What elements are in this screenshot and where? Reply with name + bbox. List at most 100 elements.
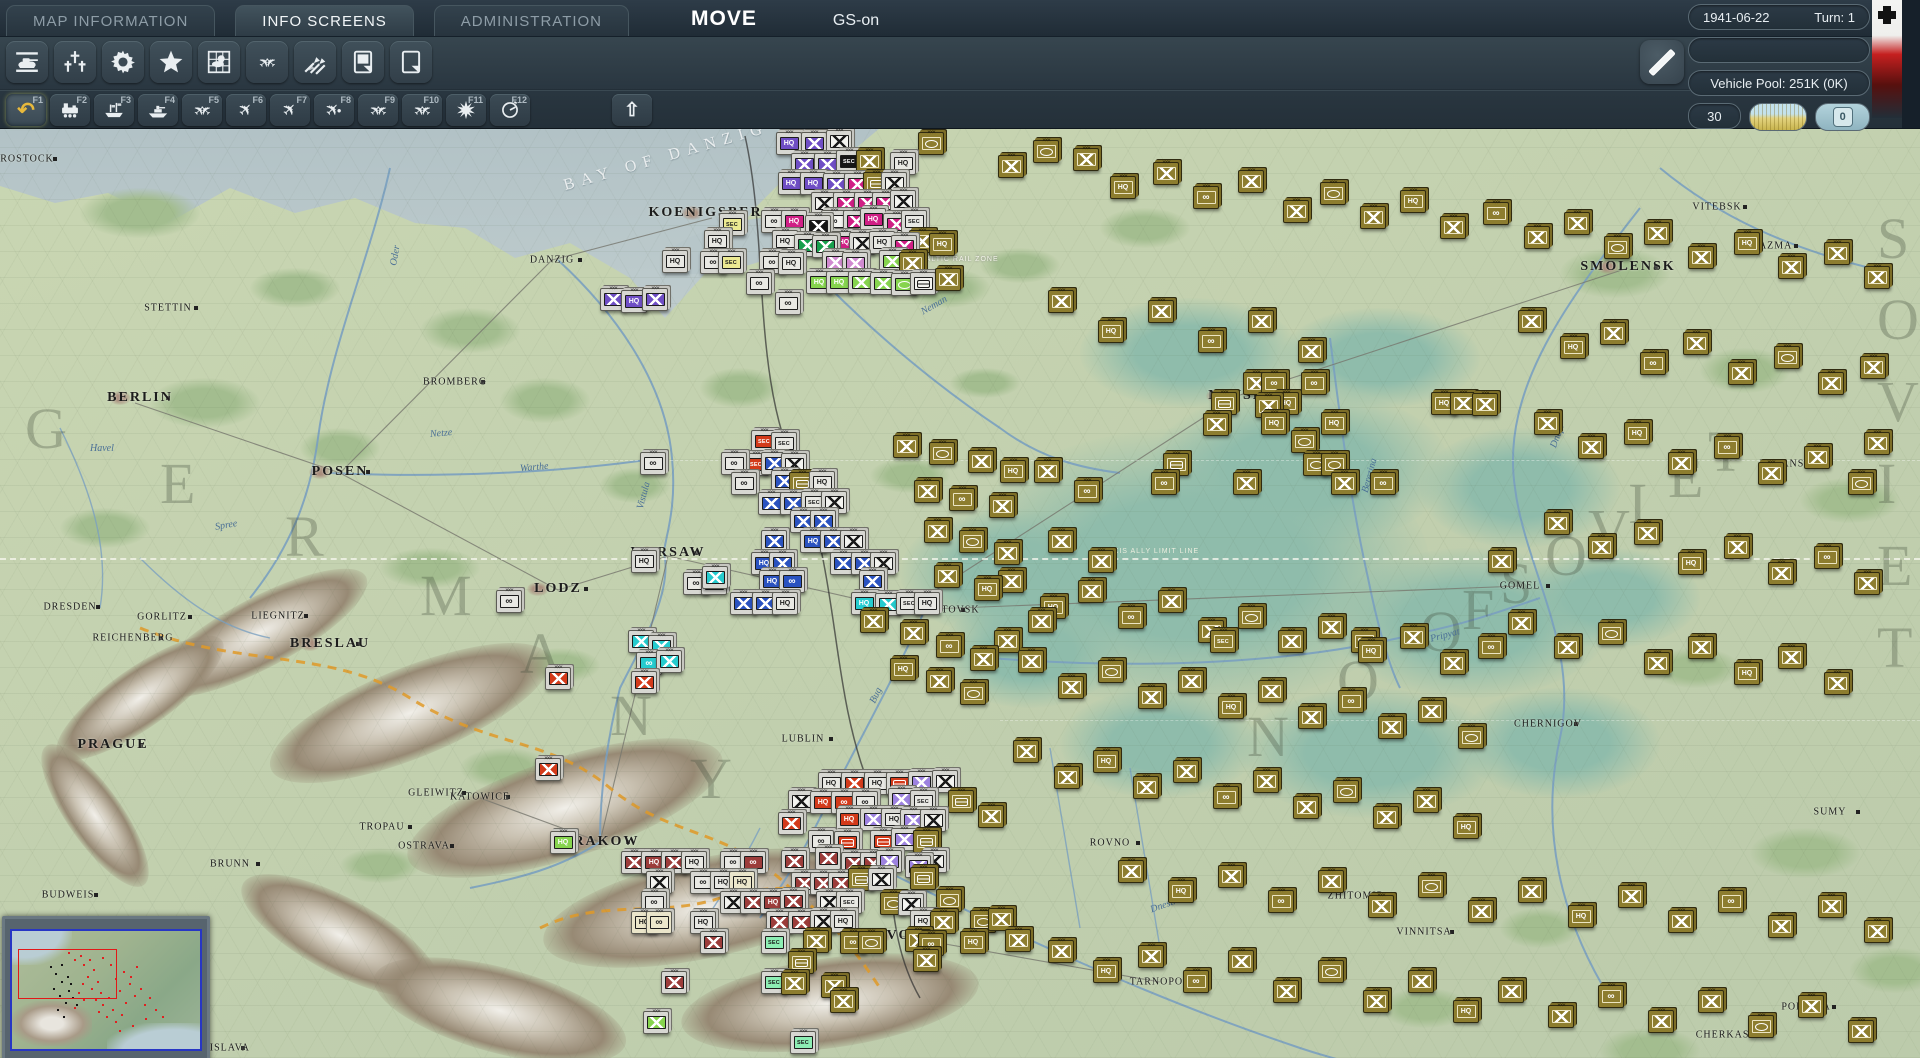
unit-counter[interactable] <box>1048 530 1074 553</box>
unit-counter[interactable] <box>1318 616 1344 639</box>
unit-counter[interactable] <box>1363 990 1389 1013</box>
unit-counter[interactable]: HQ <box>1093 960 1119 983</box>
unit-counter[interactable]: HQ <box>1321 412 1347 435</box>
unit-counter[interactable] <box>1864 266 1890 289</box>
unit-counter[interactable] <box>1253 770 1279 793</box>
unit-counter[interactable] <box>1688 246 1714 269</box>
unit-counter[interactable] <box>1073 148 1099 171</box>
unit-counter[interactable] <box>1768 562 1794 585</box>
unit-counter[interactable] <box>1824 672 1850 695</box>
unit-counter[interactable] <box>1413 790 1439 813</box>
unit-counter[interactable]: HQ <box>778 252 804 275</box>
unit-counter[interactable] <box>1618 885 1644 908</box>
unit-counter[interactable]: HQ <box>1453 816 1479 839</box>
minimap-canvas[interactable] <box>10 929 202 1051</box>
unit-counter[interactable] <box>1578 436 1604 459</box>
unit-counter[interactable] <box>1508 612 1534 635</box>
edit-pencil-button[interactable] <box>1640 40 1684 84</box>
unit-counter[interactable]: ∞ <box>949 488 975 511</box>
unit-counter[interactable] <box>702 566 728 589</box>
unit-counter[interactable] <box>1138 945 1164 968</box>
unit-counter[interactable]: HQ <box>1453 1000 1479 1023</box>
unit-counter[interactable]: HQ <box>550 831 576 854</box>
unit-counter[interactable] <box>1688 636 1714 659</box>
unit-counter[interactable] <box>1293 796 1319 819</box>
commanders-button[interactable] <box>150 41 192 83</box>
unit-counter[interactable] <box>926 670 952 693</box>
unit-counter[interactable] <box>1458 726 1484 749</box>
unit-counter[interactable] <box>924 520 950 543</box>
unit-counter[interactable] <box>910 867 936 890</box>
unit-counter[interactable]: HQ <box>1400 190 1426 213</box>
unit-counter[interactable] <box>994 542 1020 565</box>
unit-counter[interactable]: HQ <box>662 250 688 273</box>
unit-counter[interactable] <box>1634 522 1660 545</box>
fkey-button-f2[interactable]: F2 <box>50 94 90 126</box>
unit-counter[interactable] <box>631 671 657 694</box>
unit-counter[interactable] <box>1768 915 1794 938</box>
unit-counter[interactable] <box>1644 652 1670 675</box>
unit-counter[interactable]: HQ <box>914 592 940 615</box>
unit-counter[interactable]: HQ <box>1261 412 1287 435</box>
unit-counter[interactable]: HQ <box>960 931 986 954</box>
unit-counter[interactable]: HQ <box>776 132 802 155</box>
unit-counter[interactable]: HQ <box>1624 422 1650 445</box>
unit-counter[interactable]: HQ <box>929 233 955 256</box>
fkey-button-f11[interactable]: F11 <box>446 94 486 126</box>
unit-counter[interactable]: HQ <box>1358 640 1384 663</box>
unit-counter[interactable] <box>1058 676 1084 699</box>
unit-counter[interactable] <box>868 868 894 891</box>
unit-counter[interactable]: HQ <box>836 808 862 831</box>
fkey-button-f7[interactable]: ✈F7 <box>270 94 310 126</box>
unit-counter[interactable] <box>1534 412 1560 435</box>
unit-counter[interactable]: HQ <box>974 578 1000 601</box>
unit-counter[interactable] <box>900 622 926 645</box>
unit-counter[interactable]: HQ <box>1093 750 1119 773</box>
unit-counter[interactable] <box>1118 860 1144 883</box>
unit-counter[interactable]: ∞ <box>646 911 672 934</box>
unit-counter[interactable] <box>1588 536 1614 559</box>
unit-counter[interactable] <box>1203 413 1229 436</box>
fkey-button-f9[interactable]: ✈✈F9 <box>358 94 398 126</box>
unit-counter[interactable] <box>1418 875 1444 898</box>
unit-counter[interactable] <box>803 930 829 953</box>
unit-counter[interactable] <box>1233 472 1259 495</box>
unit-counter[interactable] <box>1238 606 1264 629</box>
unit-counter[interactable] <box>1298 706 1324 729</box>
unit-counter[interactable] <box>918 132 944 155</box>
unit-counter[interactable] <box>929 442 955 465</box>
unit-counter[interactable]: SEC <box>790 1031 816 1054</box>
unit-counter[interactable] <box>1018 650 1044 673</box>
unit-counter[interactable] <box>1258 680 1284 703</box>
unit-counter[interactable] <box>1668 910 1694 933</box>
unit-counter[interactable]: HQ <box>1110 176 1136 199</box>
unit-counter[interactable] <box>1564 212 1590 235</box>
unit-counter[interactable] <box>1758 462 1784 485</box>
unit-counter[interactable] <box>1360 206 1386 229</box>
unit-counter[interactable] <box>1373 806 1399 829</box>
unit-counter[interactable] <box>1034 460 1060 483</box>
unit-counter[interactable] <box>1778 646 1804 669</box>
unit-counter[interactable] <box>1028 610 1054 633</box>
unit-counter[interactable]: HQ <box>890 658 916 681</box>
tab-map-information[interactable]: MAP INFORMATION <box>6 5 215 36</box>
unit-counter[interactable]: HQ <box>1168 880 1194 903</box>
losses-button[interactable] <box>54 41 96 83</box>
unit-counter[interactable] <box>1488 550 1514 573</box>
unit-counter[interactable] <box>1848 1020 1874 1043</box>
fkey-button-f12[interactable]: F12 <box>490 94 530 126</box>
unit-counter[interactable]: HQ <box>1734 662 1760 685</box>
unit-counter[interactable] <box>1824 242 1850 265</box>
unit-counter[interactable] <box>1644 222 1670 245</box>
unit-counter[interactable] <box>1864 432 1890 455</box>
unit-counter[interactable]: ∞ <box>936 635 962 658</box>
settings-button[interactable] <box>102 41 144 83</box>
fkey-button-f10[interactable]: ✈✈F10 <box>402 94 442 126</box>
unit-counter[interactable]: ∞ <box>1814 546 1840 569</box>
unit-counter[interactable] <box>910 272 936 295</box>
unit-counter[interactable]: HQ <box>1000 460 1026 483</box>
unit-counter[interactable]: ∞ <box>1640 352 1666 375</box>
unit-counter[interactable] <box>1158 590 1184 613</box>
unit-counter[interactable] <box>1518 880 1544 903</box>
unit-counter[interactable]: HQ <box>772 592 798 615</box>
